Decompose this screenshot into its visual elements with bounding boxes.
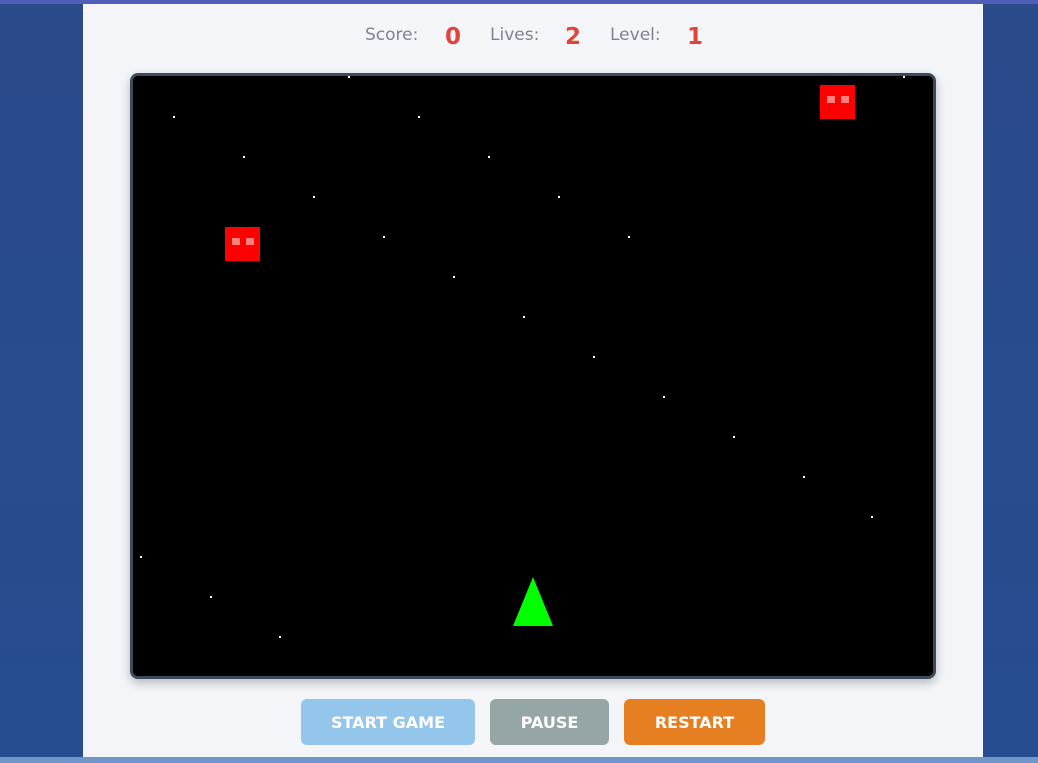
star: [418, 116, 420, 118]
window-bottom-strip: [0, 757, 1038, 763]
score-value: 0: [445, 24, 462, 50]
star: [173, 116, 175, 118]
star: [663, 396, 665, 398]
star: [453, 276, 455, 278]
enemy-eye: [232, 238, 240, 245]
enemy-eye: [827, 96, 835, 103]
enemy-ship: [225, 227, 260, 261]
star: [871, 516, 873, 518]
enemy-eye: [246, 238, 254, 245]
star: [313, 196, 315, 198]
star: [348, 76, 350, 78]
star: [488, 156, 490, 158]
star: [279, 636, 281, 638]
game-panel: Score: 0 Lives: 2 Level: 1 START GAME PA…: [83, 4, 983, 757]
star: [558, 196, 560, 198]
enemy-ship: [820, 85, 855, 119]
star: [903, 76, 905, 78]
star: [803, 476, 805, 478]
level-label: Level:: [610, 25, 661, 45]
score-label: Score:: [365, 25, 419, 45]
game-canvas[interactable]: [133, 76, 933, 676]
level-value: 1: [687, 24, 704, 50]
hud-bar: Score: 0 Lives: 2 Level: 1: [83, 24, 983, 58]
start-game-button[interactable]: START GAME: [301, 699, 475, 745]
game-canvas-frame[interactable]: [130, 73, 936, 679]
star: [140, 556, 142, 558]
star: [523, 316, 525, 318]
restart-button[interactable]: RESTART: [624, 699, 765, 745]
star: [210, 596, 212, 598]
lives-value: 2: [565, 24, 582, 50]
star: [383, 236, 385, 238]
enemy-eye: [841, 96, 849, 103]
star: [628, 236, 630, 238]
star: [733, 436, 735, 438]
pause-button[interactable]: PAUSE: [490, 699, 609, 745]
star: [593, 356, 595, 358]
lives-label: Lives:: [490, 25, 540, 45]
star: [243, 156, 245, 158]
